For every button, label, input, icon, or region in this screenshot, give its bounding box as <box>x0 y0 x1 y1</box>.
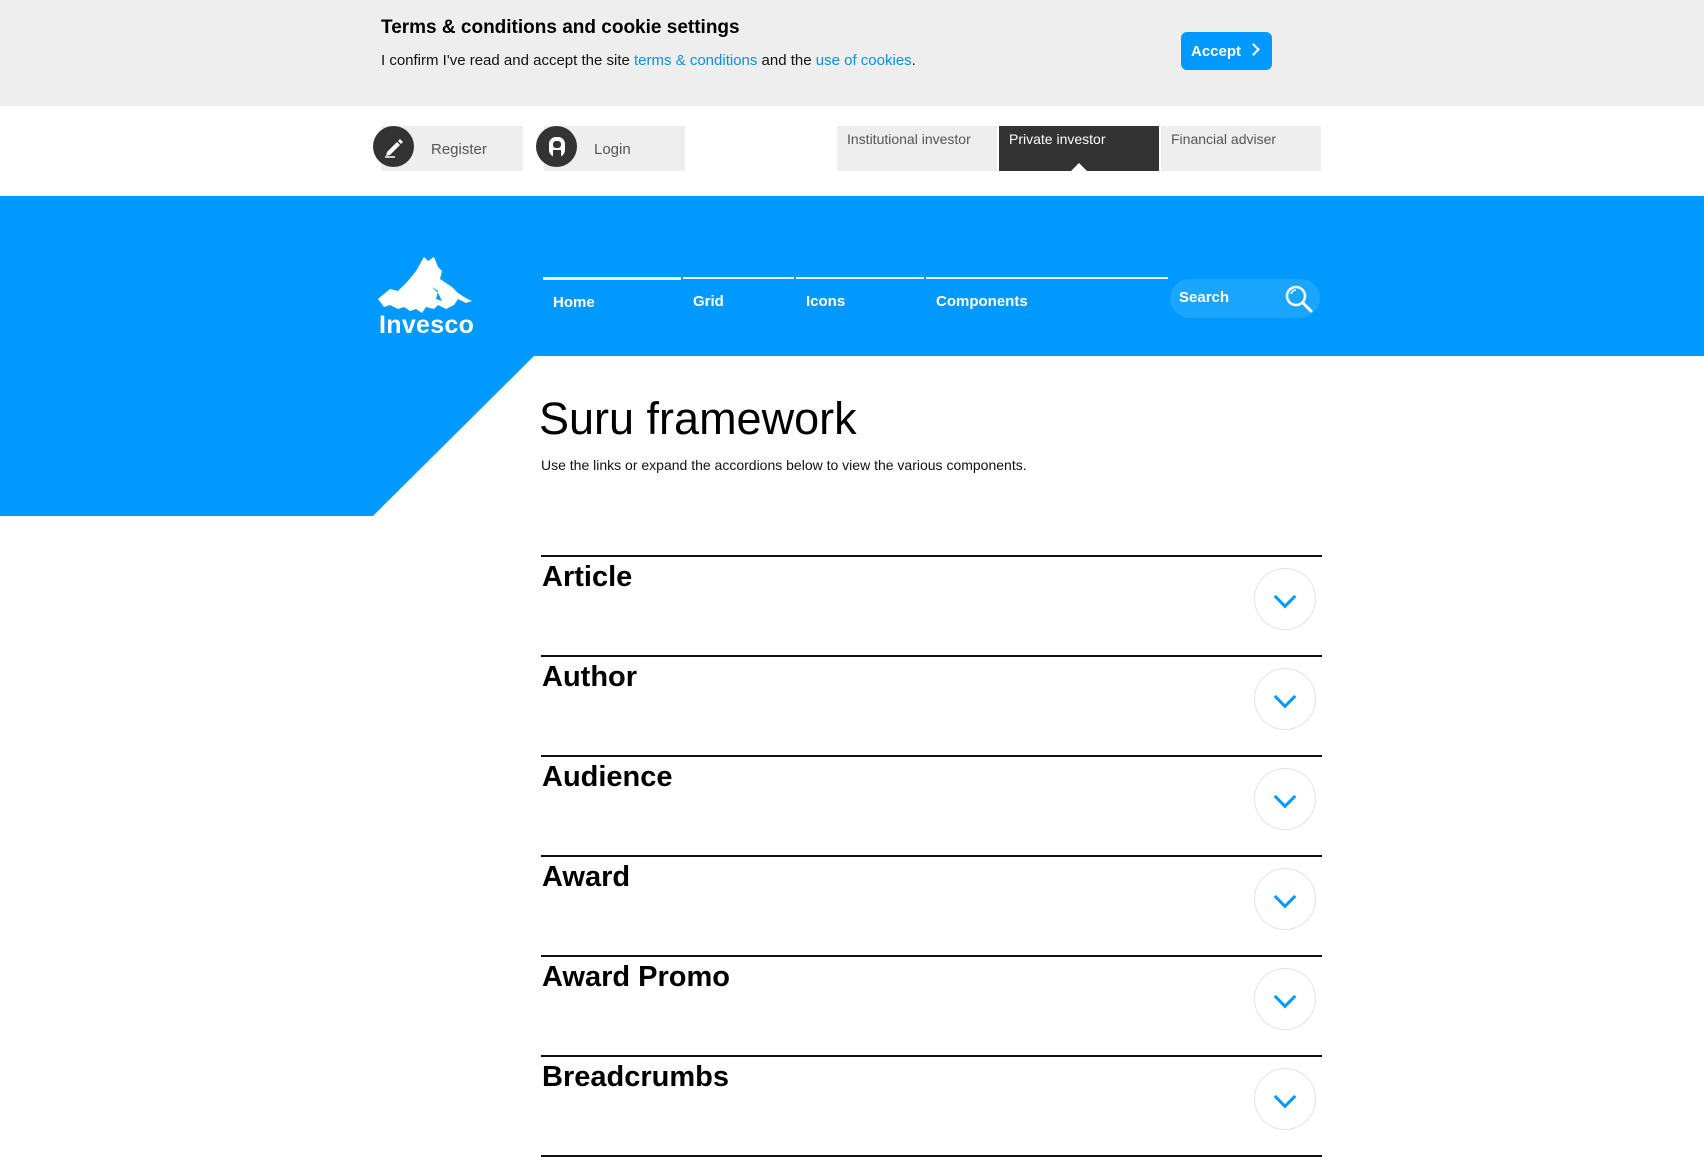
cookie-banner-text: I confirm I've read and accept the site … <box>381 52 916 69</box>
page-title: Suru framework <box>539 393 857 444</box>
pencil-icon <box>373 126 414 167</box>
tab-private-investor[interactable]: Private investor <box>999 126 1159 172</box>
login-label: Login <box>594 141 631 158</box>
accordion-title: Author <box>542 661 638 693</box>
cookies-link[interactable]: use of cookies <box>816 52 912 69</box>
accordion-award[interactable]: Award <box>541 855 1322 955</box>
accept-button[interactable]: Accept <box>1181 32 1272 70</box>
page-subtitle: Use the links or expand the accordions b… <box>541 457 1027 473</box>
chevron-down-icon <box>1273 685 1297 709</box>
expand-button[interactable] <box>1254 1068 1316 1130</box>
accordion-audience[interactable]: Audience <box>541 755 1322 855</box>
accordion-title: Audience <box>542 761 673 793</box>
user-icon <box>536 126 577 167</box>
accordion-article[interactable]: Article <box>541 555 1322 655</box>
nav-icons[interactable]: Icons <box>796 277 924 317</box>
chevron-down-icon <box>1273 1085 1297 1109</box>
chevron-right-icon <box>1247 43 1260 56</box>
expand-button[interactable] <box>1254 568 1316 630</box>
search-icon <box>1285 285 1313 313</box>
accordion-breadcrumbs[interactable]: Breadcrumbs <box>541 1055 1322 1155</box>
search-button[interactable]: Search <box>1170 279 1320 318</box>
expand-button[interactable] <box>1254 868 1316 930</box>
tab-institutional-investor[interactable]: Institutional investor <box>837 126 997 171</box>
header-angled-panel <box>0 355 535 516</box>
search-label: Search <box>1179 289 1230 306</box>
brand-name[interactable]: Invesco <box>379 311 474 340</box>
cookie-banner: Terms & conditions and cookie settings I… <box>0 0 1704 106</box>
accordion-title: Award Promo <box>542 961 731 993</box>
nav-components[interactable]: Components <box>926 277 1168 317</box>
expand-button[interactable] <box>1254 968 1316 1030</box>
accordion-title: Award <box>542 861 631 893</box>
tab-financial-adviser[interactable]: Financial adviser <box>1161 126 1321 171</box>
expand-button[interactable] <box>1254 768 1316 830</box>
expand-button[interactable] <box>1254 668 1316 730</box>
cookie-text-middle: and the <box>757 52 816 69</box>
nav-home[interactable]: Home <box>543 277 681 317</box>
register-label: Register <box>431 141 487 158</box>
accordion-title: Article <box>542 561 633 593</box>
cookie-text-start: I confirm I've read and accept the site <box>381 52 634 69</box>
chevron-down-icon <box>1273 785 1297 809</box>
chevron-down-icon <box>1273 885 1297 909</box>
register-button[interactable]: Register <box>373 126 523 171</box>
accordion-divider <box>541 1155 1322 1157</box>
chevron-down-icon <box>1273 585 1297 609</box>
login-button[interactable]: Login <box>536 126 685 171</box>
cookie-text-end: . <box>911 52 916 69</box>
site-header <box>0 196 1704 356</box>
cookie-banner-title: Terms & conditions and cookie settings <box>381 17 740 38</box>
accept-button-label: Accept <box>1191 42 1242 60</box>
terms-link[interactable]: terms & conditions <box>634 52 757 69</box>
chevron-down-icon <box>1273 985 1297 1009</box>
accordion-title: Breadcrumbs <box>542 1061 729 1093</box>
accordion-author[interactable]: Author <box>541 655 1322 755</box>
accordion-award-promo[interactable]: Award Promo <box>541 955 1322 1055</box>
nav-grid[interactable]: Grid <box>683 277 794 317</box>
